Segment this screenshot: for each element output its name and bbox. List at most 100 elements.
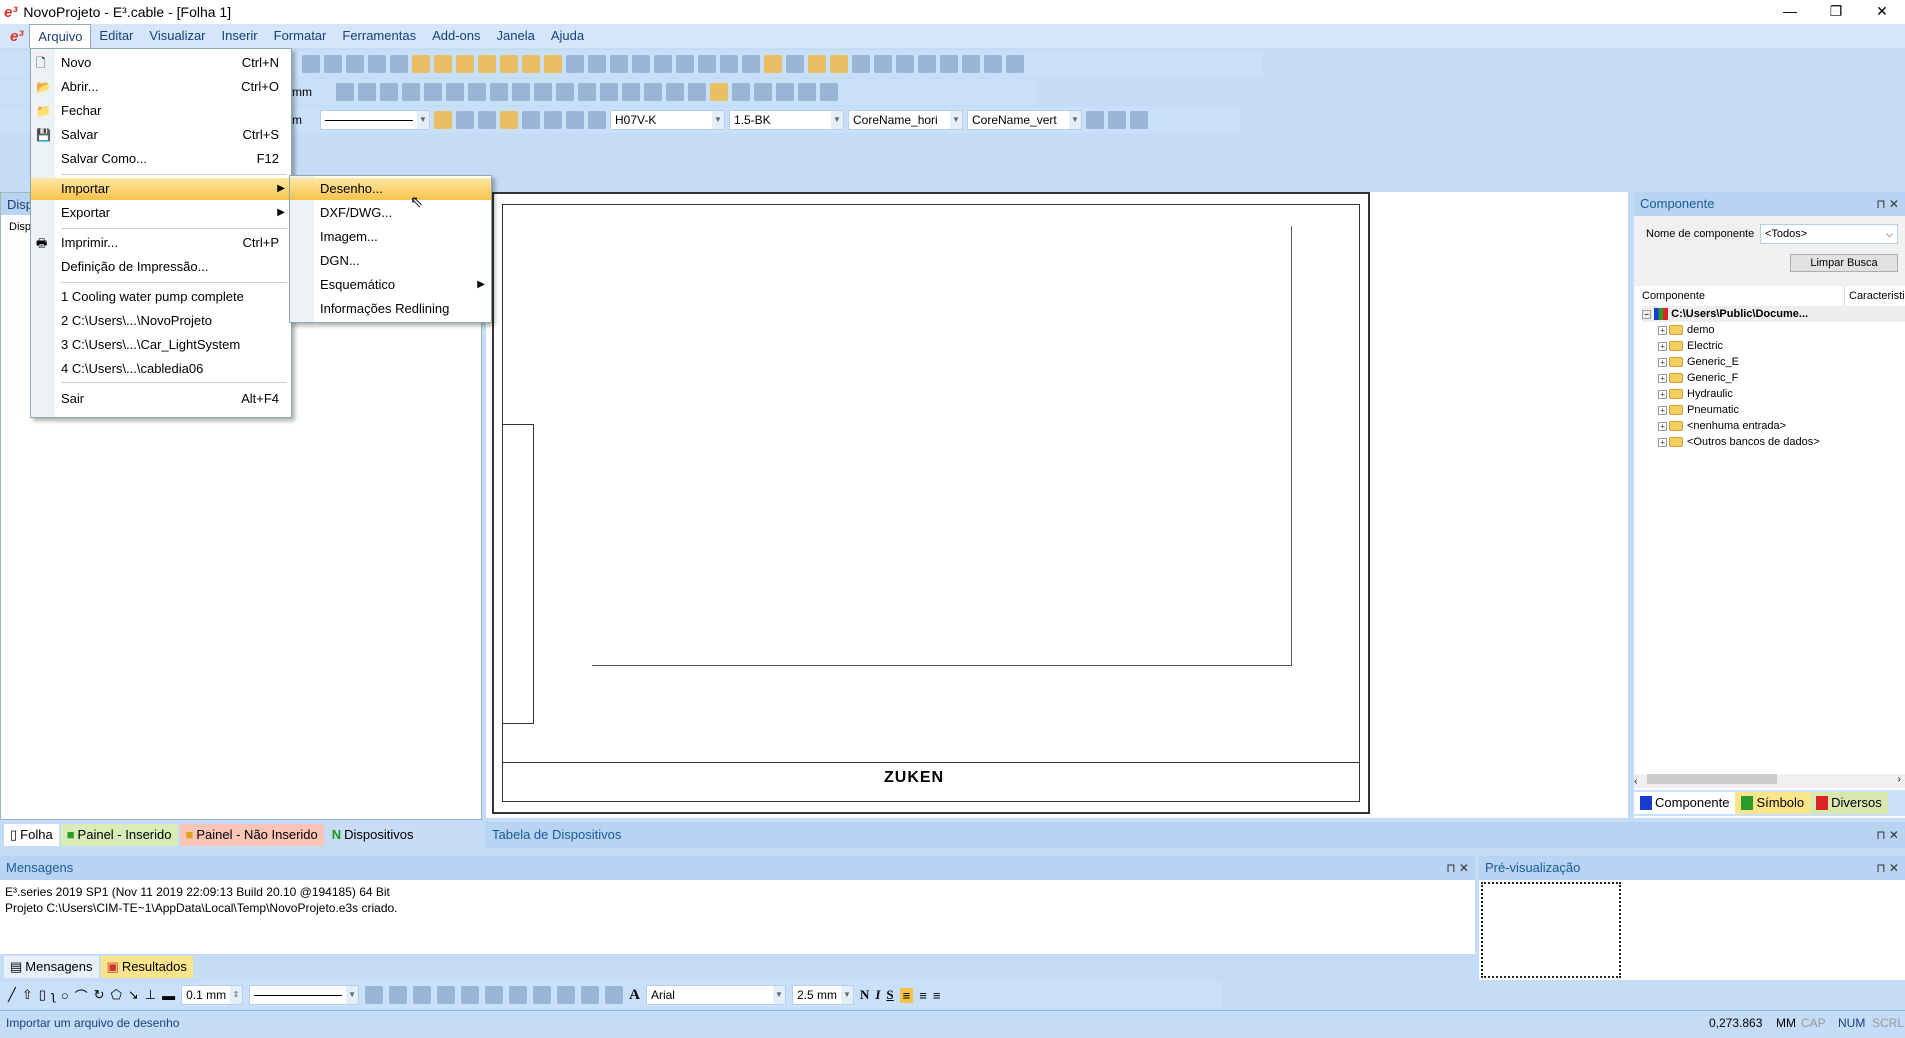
close-button[interactable]: ✕ <box>1859 0 1905 24</box>
cube3-icon[interactable] <box>402 83 420 101</box>
drawing-sheet[interactable]: ZUKEN <box>492 192 1370 814</box>
font-size-select[interactable]: 2.5 mm ▼ <box>791 985 854 1005</box>
file-menu-item[interactable]: Salvar Como... F12 <box>31 148 291 170</box>
file-menu-item[interactable]: 💾 Salvar Ctrl+S <box>31 124 291 146</box>
doc-icon[interactable] <box>644 83 662 101</box>
pin-close-icon[interactable]: ⊓ ✕ <box>1876 192 1899 216</box>
pin-close-icon[interactable]: ⊓ ✕ <box>1876 856 1899 880</box>
stamp-icon[interactable] <box>336 83 354 101</box>
front-icon[interactable] <box>485 986 504 1004</box>
split-v-icon[interactable] <box>940 55 958 73</box>
circle-tool-icon[interactable]: ○ <box>61 988 69 1003</box>
line-style-select-2[interactable]: ▼ <box>249 985 360 1005</box>
cube5-icon[interactable] <box>446 83 464 101</box>
snap-icon[interactable] <box>742 55 760 73</box>
core-name-v-select[interactable]: CoreName_vert ▼ <box>967 110 1082 130</box>
strike-button[interactable]: S <box>886 987 893 1003</box>
measure-icon[interactable] <box>698 55 716 73</box>
connect-icon[interactable] <box>522 55 540 73</box>
file-menu-item[interactable]: 1 Cooling water pump complete <box>31 286 291 308</box>
tool2-icon[interactable] <box>984 55 1002 73</box>
cable-icon[interactable] <box>622 83 640 101</box>
align-left-button[interactable]: ≡ <box>899 987 914 1003</box>
font-select[interactable]: Arial ▼ <box>645 985 786 1005</box>
forward-icon[interactable] <box>533 986 552 1004</box>
paste-icon[interactable] <box>820 83 838 101</box>
flip-icon[interactable] <box>544 55 562 73</box>
tree-folder-item[interactable]: + Electric <box>1642 338 1905 354</box>
expand-icon[interactable]: + <box>1658 405 1667 415</box>
tab-diversos[interactable]: Diversos <box>1810 792 1888 814</box>
tree-folder-item[interactable]: + demo <box>1642 322 1905 338</box>
back-icon[interactable] <box>509 986 528 1004</box>
cube6-icon[interactable] <box>468 83 486 101</box>
swap-icon[interactable] <box>874 55 892 73</box>
italic-button[interactable]: I <box>875 987 880 1003</box>
device-icon[interactable] <box>578 83 596 101</box>
menu-formatar[interactable]: Formatar <box>266 24 335 48</box>
import-menu-item[interactable]: Imagem... <box>290 226 491 248</box>
polyline-tool-icon[interactable]: ⇧ <box>22 987 33 1003</box>
cube1-icon[interactable] <box>358 83 376 101</box>
pin-close-icon[interactable]: ⊓ ✕ <box>1876 822 1899 848</box>
expand-icon[interactable]: + <box>1658 421 1667 431</box>
window-stack-icon[interactable] <box>896 55 914 73</box>
wire8-icon[interactable] <box>588 111 606 129</box>
pilcrow-icon[interactable] <box>786 55 804 73</box>
minimize-button[interactable]: — <box>1767 0 1813 24</box>
zoom-fit-icon[interactable] <box>654 55 672 73</box>
tool1-icon[interactable] <box>962 55 980 73</box>
menu-addons[interactable]: Add-ons <box>424 24 488 48</box>
menu-arquivo[interactable]: Arquivo <box>29 24 92 48</box>
height-tool-icon[interactable]: ⊥ <box>145 987 156 1003</box>
wire4-icon[interactable] <box>500 111 518 129</box>
menu-inserir[interactable]: Inserir <box>214 24 266 48</box>
file-menu-item[interactable]: 📂 Abrir... Ctrl+O <box>31 76 291 98</box>
curve-tool-icon[interactable]: ʅ <box>52 988 55 1003</box>
expand-icon[interactable]: + <box>1658 437 1667 447</box>
zoom-in-icon[interactable] <box>566 55 584 73</box>
tab-componente[interactable]: Componente <box>1634 792 1736 814</box>
tree-root-item[interactable]: − C:\Users\Public\Docume... <box>1642 306 1905 322</box>
core-name-h-select[interactable]: CoreName_hori ▼ <box>848 110 963 130</box>
wire7-icon[interactable] <box>566 111 584 129</box>
anchor-icon[interactable] <box>776 83 794 101</box>
file-menu-item[interactable]: Definição de Impressão... <box>31 256 291 278</box>
menu-janela[interactable]: Janela <box>489 24 543 48</box>
zoom-out-icon[interactable] <box>588 55 606 73</box>
file-menu-item[interactable]: Exportar ▶ <box>31 202 291 224</box>
import-menu-item[interactable]: Desenho... <box>290 178 491 200</box>
undo-icon[interactable] <box>346 55 364 73</box>
bold-button[interactable]: N <box>860 987 869 1003</box>
import-menu-item[interactable]: Esquemático ▶ <box>290 274 491 296</box>
tree-folder-item[interactable]: + Generic_F <box>1642 370 1905 386</box>
tab-painel-nao-inserido[interactable]: ■ Painel - Não Inserido <box>179 824 324 846</box>
backward-icon[interactable] <box>557 986 576 1004</box>
split-tool-icon[interactable] <box>1108 111 1126 129</box>
pan-icon[interactable] <box>676 55 694 73</box>
window-icon[interactable] <box>390 55 408 73</box>
tab-dispositivos[interactable]: N Dispositivos <box>325 824 420 846</box>
align-center-button[interactable]: ≡ <box>919 988 927 1003</box>
maximize-button[interactable]: ❐ <box>1813 0 1859 24</box>
snap-grid-icon[interactable] <box>764 55 782 73</box>
duct-icon[interactable] <box>556 83 574 101</box>
wire6-icon[interactable] <box>544 111 562 129</box>
align-icon[interactable] <box>478 55 496 73</box>
import-menu-item[interactable]: Informações Redlining <box>290 298 491 320</box>
tool3-icon[interactable] <box>1006 55 1024 73</box>
menu-ajuda[interactable]: Ajuda <box>543 24 592 48</box>
tab-simbolo[interactable]: Símbolo <box>1735 792 1811 814</box>
horizontal-scrollbar[interactable]: ‹ › <box>1634 774 1905 788</box>
polygon-tool-icon[interactable]: ⬠ <box>111 987 122 1003</box>
file-menu-item[interactable]: 📁 Fechar <box>31 100 291 122</box>
arc3-tool-icon[interactable]: ↻ <box>94 987 105 1003</box>
highlight-icon[interactable] <box>710 83 728 101</box>
import-menu-item[interactable]: DXF/DWG... <box>290 202 491 224</box>
expand-icon[interactable]: + <box>1658 389 1667 399</box>
align-right-button[interactable]: ≡ <box>933 988 941 1003</box>
tab-painel-inserido[interactable]: ■ Painel - Inserido <box>60 824 178 846</box>
preview-thumbnail[interactable] <box>1481 882 1621 978</box>
cable-type-select[interactable]: H07V-K ▼ <box>610 110 725 130</box>
tree-folder-item[interactable]: + <Outros bancos de dados> <box>1642 434 1905 450</box>
